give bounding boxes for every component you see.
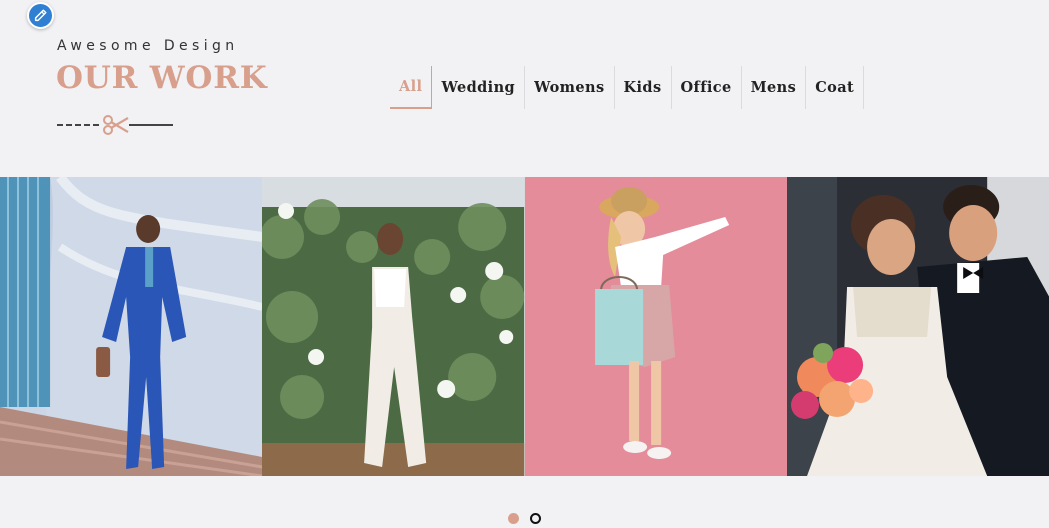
gallery-item-man-blue-suit[interactable] — [0, 177, 263, 476]
filter-tab-mens[interactable]: Mens — [742, 66, 807, 109]
carousel-dot-1[interactable] — [508, 513, 519, 524]
portfolio-gallery — [0, 177, 1049, 476]
filter-tab-womens[interactable]: Womens — [525, 66, 615, 109]
section-eyebrow: Awesome Design — [57, 38, 239, 54]
portfolio-filter-nav: All Wedding Womens Kids Office Mens Coat — [390, 66, 865, 109]
filter-tab-kids[interactable]: Kids — [615, 66, 672, 109]
scissors-icon — [103, 115, 129, 135]
scissors-divider — [57, 115, 173, 135]
portfolio-page: Awesome Design OUR WORK All Wedding Wome… — [0, 0, 1049, 528]
gallery-item-wedding-couple[interactable] — [786, 177, 1049, 476]
carousel-pagination — [508, 513, 541, 524]
filter-tab-wedding[interactable]: Wedding — [432, 66, 526, 109]
carousel-dot-2[interactable] — [530, 513, 541, 524]
filter-tab-office[interactable]: Office — [672, 66, 742, 109]
filter-tab-all[interactable]: All — [390, 66, 433, 109]
gallery-item-girl-shopping-bag[interactable] — [524, 177, 787, 476]
gallery-item-woman-white-jumpsuit[interactable] — [262, 177, 525, 476]
photo-woman-white-jumpsuit — [262, 177, 525, 476]
page-title: OUR WORK — [56, 60, 268, 96]
photo-wedding-couple — [786, 177, 1049, 476]
photo-girl-shopping-bag — [524, 177, 787, 476]
edit-button[interactable] — [27, 2, 54, 29]
filter-tab-coat[interactable]: Coat — [806, 66, 865, 109]
pencil-icon — [34, 9, 47, 22]
photo-man-blue-suit — [0, 177, 263, 476]
